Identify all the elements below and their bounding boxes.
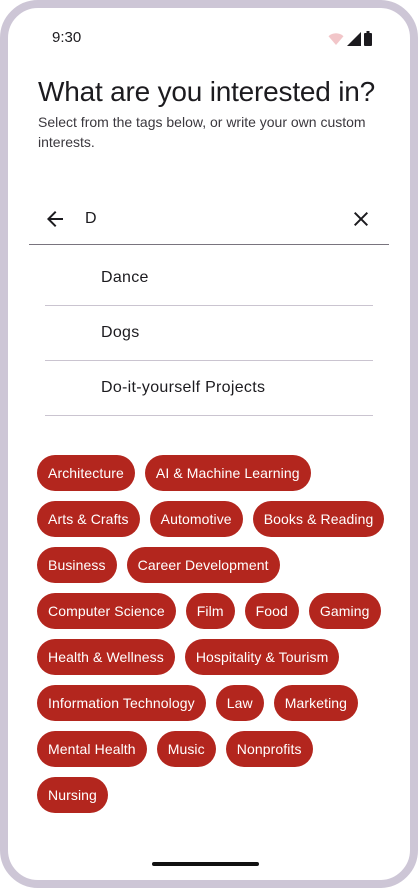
- page-title: What are you interested in?: [38, 76, 376, 107]
- phone-frame: 9:30 What are you interested in? Select …: [0, 0, 418, 888]
- home-indicator[interactable]: [152, 862, 259, 866]
- tag-chip[interactable]: AI & Machine Learning: [144, 455, 311, 491]
- tag-chip[interactable]: Information Technology: [37, 685, 206, 721]
- status-icons: [328, 30, 372, 46]
- battery-icon: [364, 31, 372, 46]
- tag-chip[interactable]: Food: [244, 593, 299, 629]
- tag-chip[interactable]: Nursing: [37, 777, 108, 813]
- tag-chip[interactable]: Marketing: [273, 685, 359, 721]
- tag-chip[interactable]: Nonprofits: [225, 731, 313, 767]
- status-time: 9:30: [52, 29, 82, 46]
- tag-chip[interactable]: Music: [156, 731, 216, 767]
- tag-chip-list: Architecture AI & Machine Learning Arts …: [37, 455, 392, 813]
- suggestion-list: Dance Dogs Do-it-yourself Projects: [45, 251, 373, 416]
- tag-chip[interactable]: Business: [37, 547, 117, 583]
- tag-chip[interactable]: Film: [185, 593, 235, 629]
- search-bar: [29, 194, 389, 245]
- tag-chip[interactable]: Arts & Crafts: [37, 501, 140, 537]
- close-icon[interactable]: [349, 207, 373, 231]
- arrow-back-icon[interactable]: [43, 207, 67, 231]
- suggestion-item[interactable]: Dogs: [45, 306, 373, 361]
- tag-chip[interactable]: Career Development: [126, 547, 280, 583]
- tag-chip[interactable]: Law: [215, 685, 264, 721]
- tag-chip[interactable]: Gaming: [308, 593, 381, 629]
- status-bar: 9:30: [8, 8, 410, 52]
- tag-chip[interactable]: Mental Health: [37, 731, 147, 767]
- signal-icon: [347, 32, 361, 46]
- page-subtitle: Select from the tags below, or write you…: [38, 114, 366, 150]
- tag-chip[interactable]: Computer Science: [37, 593, 176, 629]
- tag-chip[interactable]: Books & Reading: [252, 501, 385, 537]
- tag-chip[interactable]: Hospitality & Tourism: [184, 639, 340, 675]
- search-input[interactable]: [85, 206, 335, 232]
- tag-chip[interactable]: Architecture: [37, 455, 135, 491]
- wifi-icon: [328, 33, 344, 45]
- tag-chip[interactable]: Health & Wellness: [37, 639, 175, 675]
- tag-chip[interactable]: Automotive: [149, 501, 243, 537]
- suggestion-item[interactable]: Do-it-yourself Projects: [45, 361, 373, 416]
- suggestion-item[interactable]: Dance: [45, 251, 373, 306]
